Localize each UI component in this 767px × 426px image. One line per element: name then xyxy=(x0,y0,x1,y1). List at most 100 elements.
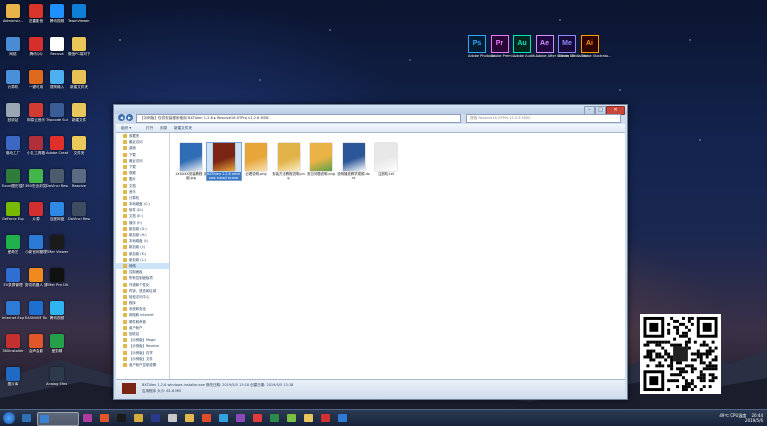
desktop-icon[interactable]: Analog Efex Pro 2 xyxy=(46,367,68,386)
taskbar-app-icon[interactable] xyxy=(166,412,179,424)
nav-item[interactable]: 用户帐户控制设置 xyxy=(116,362,169,368)
adobe-app-icon[interactable]: Au Adobe Auditi... xyxy=(513,35,539,58)
taskbar-app-icon[interactable] xyxy=(285,412,298,424)
file-item[interactable]: 常见问题说明.png xyxy=(304,143,338,176)
desktop-icon[interactable]: 新建文件夹 xyxy=(68,70,90,89)
desktop-icon[interactable]: 文件夹 xyxy=(68,136,90,155)
file-list[interactable]: 1XXXXX安装教程 详细.jpg BXTAlen 1.2.6 windows i… xyxy=(170,133,625,379)
folder-icon xyxy=(123,189,127,194)
desktop-icon[interactable]: Tripcode Suite 12.1... xyxy=(46,103,68,122)
start-button[interactable] xyxy=(3,412,15,424)
nav-item-label: 本地磁盘 (C:) xyxy=(129,202,150,207)
file-item[interactable]: 必看说明.png xyxy=(239,143,273,176)
desktop-icon[interactable]: Resolve xyxy=(68,169,90,188)
desktop-icon[interactable]: 微信PC端可下载 xyxy=(68,37,90,56)
adobe-app-icon[interactable]: Pr Adobe Premi... xyxy=(490,35,516,58)
desktop-icon[interactable]: Recuva xyxy=(46,37,68,56)
adobe-app-icon[interactable]: Ps Adobe Photosh... xyxy=(468,35,498,58)
file-item[interactable]: 注册机.txt xyxy=(369,143,403,176)
desktop-icon[interactable]: 会声会影 xyxy=(25,334,47,353)
file-name: 注册机.txt xyxy=(378,172,394,176)
adobe-logo-icon: Pr xyxy=(490,35,509,53)
desktop-icon[interactable]: TMer Viewer... xyxy=(46,235,68,254)
explorer-window[interactable]: – □ ✕ ◀ ▶ 【示例版】仅供安装程序使用 BXTAlen 1.2.6 ▸ … xyxy=(113,104,628,400)
desktop-icon[interactable]: 搜狗输入 xyxy=(46,70,68,89)
desktop-icon[interactable]: 片源 xyxy=(25,202,47,221)
desktop-icon[interactable]: DaVinci Resol... xyxy=(68,202,90,221)
desktop-icon[interactable]: 腾讯QQ xyxy=(25,37,47,56)
desktop-icon[interactable]: GeForce Experience xyxy=(2,202,24,221)
desktop-icon[interactable]: 腾讯视频 xyxy=(46,301,68,320)
nav-item-label: 新加卷 (J:) xyxy=(129,245,146,250)
desktop-icon[interactable]: Excel图形插件 xyxy=(2,169,24,188)
taskbar-app-icon[interactable] xyxy=(149,412,162,424)
desktop-icon[interactable]: TeamViewer 14 xyxy=(68,4,90,23)
taskbar-app-icon[interactable] xyxy=(115,412,128,424)
taskbar-icon xyxy=(321,414,330,422)
desktop-icon[interactable]: 360Installer xyxy=(2,334,24,353)
taskbar-app-icon[interactable] xyxy=(81,412,94,424)
forward-arrow-icon[interactable]: ▶ xyxy=(126,114,133,121)
desktop-icon[interactable]: 新建文件 xyxy=(68,103,90,122)
taskbar-app-icon[interactable] xyxy=(20,412,33,424)
taskbar-app-icon[interactable] xyxy=(37,412,79,426)
taskbar-app-icon[interactable] xyxy=(336,412,349,424)
desktop-icon[interactable]: TMer Pro Ultimate xyxy=(46,268,68,287)
file-item[interactable]: 说明播放教学视频.docx xyxy=(337,143,371,180)
desktop-icon[interactable]: Administr... xyxy=(2,4,24,23)
desktop-icon[interactable]: 百度网盘 xyxy=(46,202,68,221)
desktop-icon[interactable]: 图片库 xyxy=(2,367,24,386)
adobe-app-icon[interactable]: Ae Adobe After Effects CC ... xyxy=(535,35,580,58)
desktop-icon[interactable]: 爱奇艺 xyxy=(2,235,24,254)
desktop-icon[interactable]: 360安全浏览器 xyxy=(25,169,47,188)
taskbar-app-icon[interactable] xyxy=(98,412,111,424)
desktop-icon[interactable]: 爱剪辑 xyxy=(46,334,68,353)
file-item[interactable]: 安装方法教程说明.png xyxy=(272,143,306,180)
desktop-icon[interactable]: 小扎工具箱 xyxy=(25,136,47,155)
taskbar-app-icon[interactable] xyxy=(251,412,264,424)
nav-item-label: 本地磁盘 (I:) xyxy=(129,239,149,244)
desktop-icon[interactable]: EV录屏管理 xyxy=(2,268,24,287)
desktop-icon[interactable]: 回收站 xyxy=(2,103,24,122)
navigation-pane[interactable]: 收藏夹 最近访问 桌面 下载 最近访问 下载 视频 图片 文档 音乐 计算机 本地磁盘 (C:) 软件 … xyxy=(116,133,170,379)
desktop-icon[interactable]: DaVinci Resolve xyxy=(46,169,68,188)
desktop-icon[interactable]: 驱动工厂 xyxy=(2,136,24,155)
desktop-icon[interactable]: Adobe Creati... xyxy=(46,136,68,155)
desktop-icon[interactable]: 迅雷影音 xyxy=(25,4,47,23)
taskbar-app-icon[interactable] xyxy=(132,412,145,424)
nav-item-label: 所有控制面板项 xyxy=(129,276,153,281)
desktop-icon[interactable]: 小新官网管理 xyxy=(25,235,47,254)
taskbar-icon xyxy=(287,414,296,422)
file-name: 必看说明.png xyxy=(245,172,267,176)
clock-date[interactable]: 2019/5/6 xyxy=(745,418,763,423)
back-arrow-icon[interactable]: ◀ xyxy=(118,114,125,121)
open-button[interactable]: 打开 xyxy=(144,125,155,131)
desktop-icon[interactable]: 网络 xyxy=(2,37,24,56)
explorer-titlebar[interactable]: – □ ✕ xyxy=(114,105,627,115)
desktop-icon[interactable]: 网易云音乐 xyxy=(25,103,47,122)
taskbar-app-icon[interactable] xyxy=(268,412,281,424)
taskbar-app-icon[interactable] xyxy=(302,412,315,424)
taskbar-app-icon[interactable] xyxy=(183,412,196,424)
desktop-icon[interactable]: 腾讯视频 xyxy=(46,4,68,23)
nav-item-label: 时钟、语言和区域 xyxy=(129,288,157,293)
file-item[interactable]: 1XXXXX安装教程 详细.jpg xyxy=(174,143,208,180)
search-input[interactable]: 搜索 Resolve16 XTPro v1.2.6 MSN xyxy=(466,114,621,123)
desktop-icon-label: 迅雷影音 xyxy=(28,19,44,23)
taskbar-app-icon[interactable] xyxy=(319,412,332,424)
new-folder-button[interactable]: 新建文件夹 xyxy=(172,125,194,131)
desktop-icon[interactable]: Internet Explorer xyxy=(2,301,24,320)
adobe-app-icon[interactable]: Me Adobe Media Enc... xyxy=(558,35,592,58)
desktop-icon[interactable]: EASNVIM Tools Lite xyxy=(25,301,47,320)
burn-button[interactable]: 刻录 xyxy=(158,125,169,131)
taskbar-app-icon[interactable] xyxy=(217,412,230,424)
file-item[interactable]: BXTAlen 1.2.6 windows install er.exe xyxy=(205,142,242,181)
address-bar[interactable]: 【示例版】仅供安装程序使用 BXTAlen 1.2.6 ▸ Resolve16 … xyxy=(136,114,461,123)
adobe-app-icon[interactable]: Ai Adobe Illustrato... xyxy=(580,35,611,58)
organize-button[interactable]: 组织 ▾ xyxy=(119,125,133,131)
desktop-icon[interactable]: 剪切机器人 媒体下载 xyxy=(25,268,47,287)
taskbar-app-icon[interactable] xyxy=(234,412,247,424)
taskbar-app-icon[interactable] xyxy=(200,412,213,424)
desktop-icon[interactable]: 一键可用 xyxy=(25,70,47,89)
desktop-icon[interactable]: 计算机 xyxy=(2,70,24,89)
